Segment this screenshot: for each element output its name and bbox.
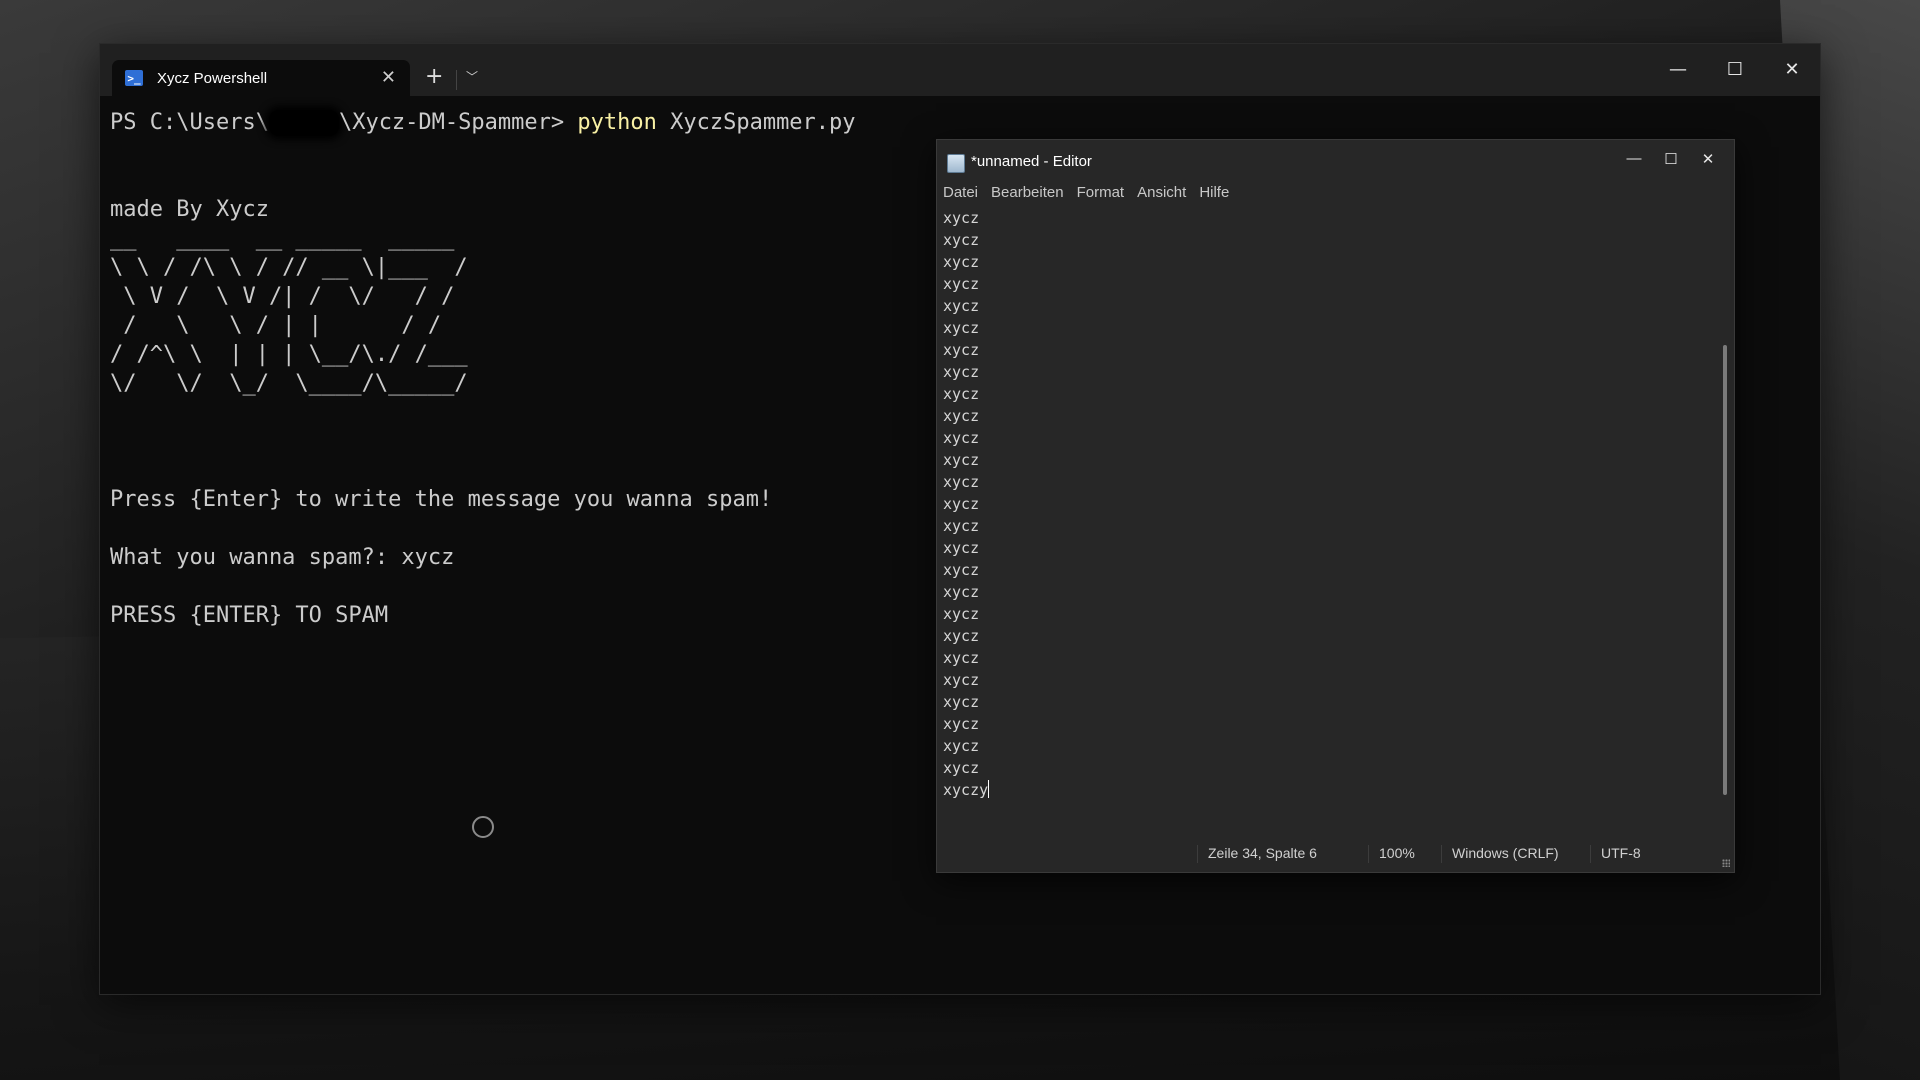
menu-ansicht[interactable]: Ansicht <box>1137 184 1192 201</box>
notepad-close-icon[interactable]: ✕ <box>1693 150 1723 168</box>
text-line: xycz <box>943 451 980 469</box>
close-window-icon[interactable]: ✕ <box>1772 57 1812 83</box>
text-line: xycz <box>943 649 980 667</box>
text-caret <box>988 780 990 798</box>
notepad-maximize-icon[interactable]: ☐ <box>1656 150 1686 168</box>
text-line: xycz <box>943 275 980 293</box>
notepad-minimize-icon[interactable]: — <box>1619 150 1649 167</box>
resize-grip-icon[interactable] <box>1722 859 1730 867</box>
menu-hilfe[interactable]: Hilfe <box>1199 184 1235 201</box>
notepad-statusbar: Zeile 34, Spalte 6 100% Windows (CRLF) U… <box>937 834 1734 872</box>
command-args: XyczSpammer.py <box>656 110 856 135</box>
text-line: xycz <box>943 671 980 689</box>
text-line: xycz <box>943 737 980 755</box>
command: python <box>577 110 657 135</box>
text-line: xycz <box>943 715 980 733</box>
menu-format[interactable]: Format <box>1077 184 1131 201</box>
prompt-suffix: \Xycz-DM-Spammer> <box>338 110 578 135</box>
text-line: xycz <box>943 539 980 557</box>
text-line-current: xyczy <box>943 779 1713 801</box>
minimize-icon[interactable]: — <box>1658 57 1698 83</box>
text-line: xycz <box>943 605 980 623</box>
text-line: xycz <box>943 209 980 227</box>
tab-divider <box>456 70 457 90</box>
text-line: xycz <box>943 297 980 315</box>
text-line: xycz <box>943 693 980 711</box>
notepad-text-area[interactable]: xycz xycz xycz xycz xycz xycz xycz xycz xycz xycz… <box>943 207 1713 799</box>
status-encoding: UTF-8 <box>1590 845 1641 863</box>
chevron-down-icon[interactable]: ﹀ <box>466 68 478 85</box>
status-line-ending: Windows (CRLF) <box>1441 845 1559 863</box>
text-line: xycz <box>943 253 980 271</box>
prompt-line: PS C:\Users\ \Xycz-DM-Spammer> python Xyc… <box>110 108 1810 137</box>
text-line: xycz <box>943 407 980 425</box>
current-line-text: xyczy <box>943 781 989 799</box>
text-line: xycz <box>943 561 980 579</box>
notepad-icon <box>947 154 965 173</box>
menu-bearbeiten[interactable]: Bearbeiten <box>991 184 1070 201</box>
menu-datei[interactable]: Datei <box>943 184 984 201</box>
powershell-icon: >_ <box>125 70 143 86</box>
text-line: xycz <box>943 319 980 337</box>
close-tab-icon[interactable]: ✕ <box>381 67 396 89</box>
terminal-titlebar[interactable]: >_ Xycz Powershell ✕ + ﹀ — ☐ ✕ <box>100 44 1820 96</box>
prompt-prefix: PS C:\Users\ <box>110 110 269 135</box>
text-line: xycz <box>943 429 980 447</box>
notepad-title: *unnamed - Editor <box>971 153 1092 170</box>
status-position: Zeile 34, Spalte 6 <box>1197 845 1317 863</box>
text-line: xycz <box>943 517 980 535</box>
text-line: xycz <box>943 473 980 491</box>
text-line: xycz <box>943 363 980 381</box>
notepad-window[interactable]: *unnamed - Editor — ☐ ✕ Datei Bearbeiten… <box>936 139 1735 873</box>
redacted-username <box>268 110 339 136</box>
text-line: xycz <box>943 385 980 403</box>
text-line: xycz <box>943 341 980 359</box>
text-line: xycz <box>943 627 980 645</box>
notepad-menubar: Datei Bearbeiten Format Ansicht Hilfe <box>943 184 1242 201</box>
status-zoom: 100% <box>1368 845 1415 863</box>
maximize-icon[interactable]: ☐ <box>1715 57 1755 83</box>
terminal-tab[interactable]: >_ Xycz Powershell ✕ <box>112 60 410 96</box>
text-line: xycz <box>943 231 980 249</box>
notepad-scrollbar[interactable] <box>1723 345 1727 795</box>
busy-cursor-icon <box>472 816 494 838</box>
tab-title: Xycz Powershell <box>157 69 268 87</box>
notepad-titlebar[interactable]: *unnamed - Editor — ☐ ✕ <box>937 140 1734 180</box>
text-line: xycz <box>943 583 980 601</box>
new-tab-icon[interactable]: + <box>425 66 443 88</box>
text-line: xycz <box>943 759 980 777</box>
text-line: xycz <box>943 495 980 513</box>
